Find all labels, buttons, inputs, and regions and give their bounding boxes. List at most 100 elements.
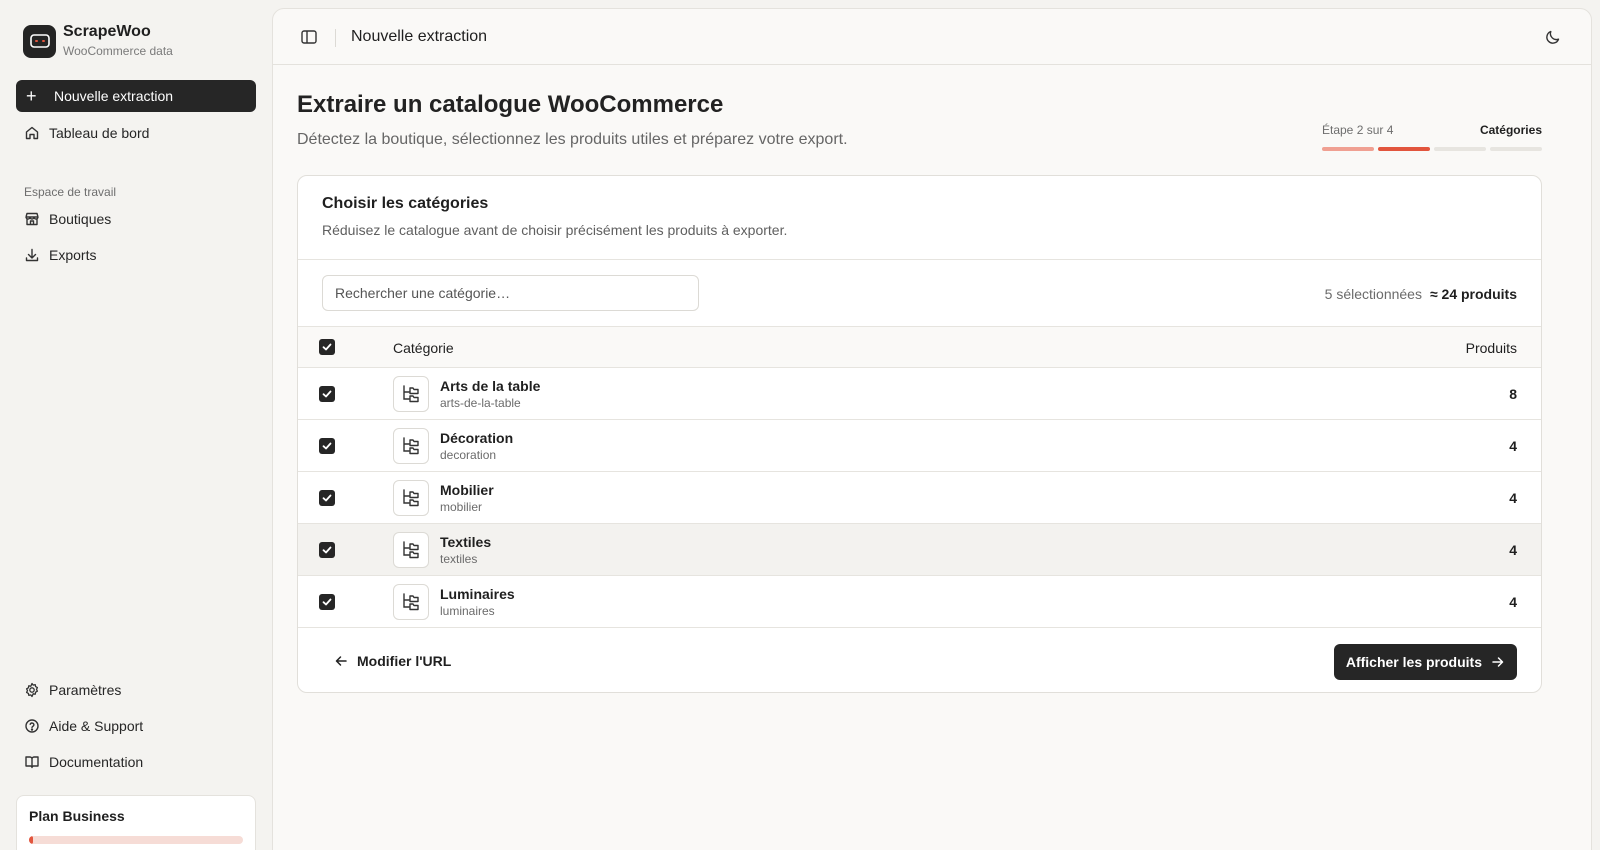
sidebar-item-settings[interactable]: Paramètres (16, 675, 256, 705)
category-search-input[interactable] (322, 275, 699, 311)
new-extraction-button[interactable]: + Nouvelle extraction (16, 80, 256, 112)
table-row[interactable]: Arts de la table arts-de-la-table 8 (298, 368, 1541, 420)
sidebar: ScrapeWoo WooCommerce data + Nouvelle ex… (0, 0, 272, 850)
home-icon (25, 126, 39, 140)
folder-tree-icon (393, 532, 429, 568)
workspace-section-label: Espace de travail (24, 185, 117, 199)
edit-url-button[interactable]: Modifier l'URL (334, 653, 451, 669)
category-product-count: 4 (1509, 438, 1517, 454)
check-icon (322, 494, 332, 502)
gear-icon (25, 682, 39, 698)
check-icon (322, 598, 332, 606)
category-product-count: 4 (1509, 594, 1517, 610)
new-extraction-label: Nouvelle extraction (54, 88, 174, 104)
sidebar-item-exports[interactable]: Exports (16, 240, 256, 270)
theme-toggle-button[interactable] (1543, 27, 1563, 47)
plan-name: Plan Business (29, 808, 125, 824)
category-slug: mobilier (440, 500, 483, 514)
selected-total: ≈ 24 produits (1429, 286, 1517, 302)
table-row[interactable]: Mobilier mobilier 4 (298, 472, 1541, 524)
category-name: Mobilier (440, 482, 494, 498)
category-name: Arts de la table (440, 378, 541, 394)
selected-count: 5 sélectionnées (1324, 286, 1422, 302)
edit-url-label: Modifier l'URL (357, 653, 452, 669)
plus-icon: + (26, 86, 37, 106)
sidebar-toggle-icon (301, 30, 317, 44)
folder-tree-icon (393, 376, 429, 412)
brand-subtitle: WooCommerce data (63, 44, 173, 58)
brand-name: ScrapeWoo (63, 23, 151, 40)
check-icon (322, 546, 332, 554)
sidebar-item-documentation[interactable]: Documentation (16, 747, 256, 777)
card-footer: Modifier l'URL Afficher les produits (298, 628, 1541, 692)
card-toolbar: 5 sélectionnées ≈ 24 produits (298, 260, 1541, 327)
show-products-label: Afficher les produits (1345, 654, 1482, 670)
brand[interactable]: ScrapeWoo WooCommerce data (23, 23, 173, 59)
sidebar-item-label: Documentation (49, 754, 144, 770)
table-row[interactable]: Décoration decoration 4 (298, 420, 1541, 472)
card-title: Choisir les catégories (322, 195, 489, 212)
plan-card[interactable]: Plan Business (16, 795, 256, 850)
select-all-checkbox[interactable] (319, 339, 335, 355)
column-header-category[interactable]: Catégorie (393, 340, 454, 356)
table-row[interactable]: Textiles textiles 4 (298, 524, 1541, 576)
plan-usage-bar (29, 836, 243, 844)
show-products-button[interactable]: Afficher les produits (1333, 644, 1517, 680)
sidebar-item-label: Boutiques (49, 211, 112, 227)
category-slug: arts-de-la-table (440, 396, 521, 410)
step-segment-1 (1322, 147, 1374, 151)
topbar-title: Nouvelle extraction (351, 28, 488, 45)
sidebar-item-boutiques[interactable]: Boutiques (16, 204, 256, 234)
check-icon (322, 390, 332, 398)
stepper: Étape 2 sur 4 Catégories (1322, 123, 1542, 151)
category-slug: textiles (440, 552, 478, 566)
table-row[interactable]: Luminaires luminaires 4 (298, 576, 1541, 628)
step-segment-2 (1378, 147, 1430, 151)
category-name: Luminaires (440, 586, 515, 602)
category-slug: decoration (440, 448, 497, 462)
category-product-count: 4 (1509, 542, 1517, 558)
page-title: Extraire un catalogue WooCommerce (297, 91, 724, 118)
topbar: Nouvelle extraction (273, 9, 1591, 65)
categories-card: Choisir les catégories Réduisez le catal… (297, 175, 1542, 693)
arrow-right-icon (1492, 657, 1504, 667)
column-header-products[interactable]: Produits (1466, 340, 1517, 356)
check-icon (322, 442, 332, 450)
download-icon (25, 248, 39, 262)
row-checkbox[interactable] (319, 438, 335, 454)
main-panel: Nouvelle extraction Extraire un catalogu… (272, 8, 1592, 850)
sidebar-item-label: Tableau de bord (49, 125, 150, 141)
selection-summary: 5 sélectionnées ≈ 24 produits (1325, 286, 1517, 302)
store-icon (25, 212, 39, 226)
card-header: Choisir les catégories Réduisez le catal… (298, 176, 1541, 260)
row-checkbox[interactable] (319, 490, 335, 506)
row-checkbox[interactable] (319, 386, 335, 402)
step-current-name: Catégories (1479, 123, 1542, 137)
folder-tree-icon (393, 428, 429, 464)
topbar-divider (335, 29, 336, 47)
category-slug: luminaires (440, 604, 495, 618)
step-progress (1322, 147, 1542, 151)
page-subtitle: Détectez la boutique, sélectionnez les p… (297, 131, 848, 148)
moon-icon (1546, 30, 1560, 44)
sidebar-item-label: Exports (49, 247, 97, 263)
table-header: Catégorie Produits (298, 327, 1541, 368)
step-segment-4 (1490, 147, 1542, 151)
sidebar-item-help[interactable]: Aide & Support (16, 711, 256, 741)
row-checkbox[interactable] (319, 542, 335, 558)
row-checkbox[interactable] (319, 594, 335, 610)
sidebar-toggle-button[interactable] (299, 27, 319, 47)
category-name: Textiles (440, 534, 492, 550)
sidebar-item-dashboard[interactable]: Tableau de bord (16, 118, 256, 148)
check-icon (322, 343, 332, 351)
category-product-count: 4 (1509, 490, 1517, 506)
sidebar-item-label: Paramètres (49, 682, 122, 698)
help-circle-icon (25, 719, 39, 733)
category-name: Décoration (440, 430, 514, 446)
robot-logo-icon (23, 24, 56, 58)
book-icon (25, 756, 39, 769)
folder-tree-icon (393, 584, 429, 620)
step-segment-3 (1434, 147, 1486, 151)
sidebar-item-label: Aide & Support (49, 718, 144, 734)
category-product-count: 8 (1509, 386, 1517, 402)
